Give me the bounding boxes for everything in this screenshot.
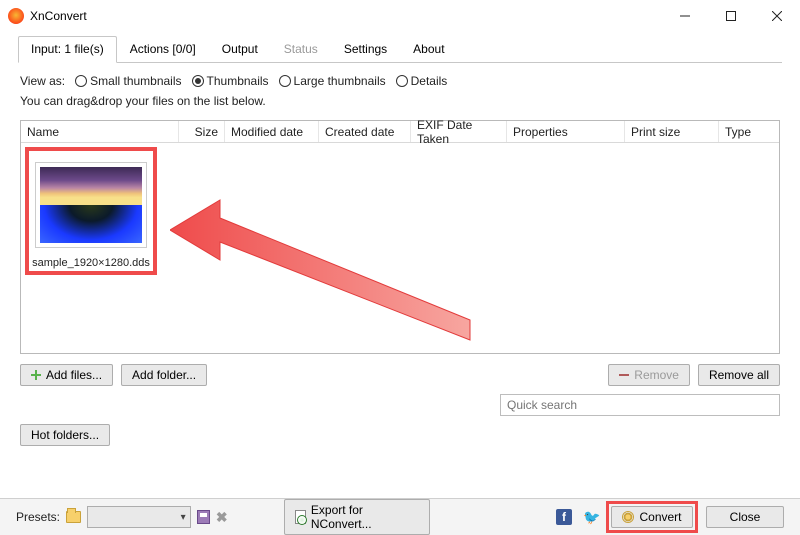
convert-button[interactable]: Convert bbox=[611, 506, 693, 528]
tab-output[interactable]: Output bbox=[209, 36, 271, 63]
maximize-button[interactable] bbox=[708, 0, 754, 31]
gear-icon bbox=[622, 511, 634, 523]
view-as-row: View as: Small thumbnails Thumbnails Lar… bbox=[20, 74, 780, 88]
quick-search-input[interactable] bbox=[500, 394, 780, 416]
col-type[interactable]: Type bbox=[719, 121, 779, 142]
presets-label: Presets: bbox=[16, 510, 60, 524]
tabstrip: Input: 1 file(s) Actions [0/0] Output St… bbox=[18, 35, 782, 63]
col-created[interactable]: Created date bbox=[319, 121, 411, 142]
hot-folders-button[interactable]: Hot folders... bbox=[20, 424, 110, 446]
col-name[interactable]: Name bbox=[21, 121, 179, 142]
titlebar: XnConvert bbox=[0, 0, 800, 31]
save-preset-icon[interactable] bbox=[197, 510, 210, 524]
app-icon bbox=[8, 8, 24, 24]
col-exif[interactable]: EXIF Date Taken bbox=[411, 121, 507, 142]
close-button[interactable]: Close bbox=[706, 506, 784, 528]
open-preset-icon[interactable] bbox=[66, 511, 81, 523]
tab-actions[interactable]: Actions [0/0] bbox=[117, 36, 209, 63]
export-nconvert-button[interactable]: Export for NConvert... bbox=[284, 499, 430, 535]
file-thumbnail-item[interactable]: sample_1920×1280.dds bbox=[29, 151, 153, 269]
column-headers: Name Size Modified date Created date EXI… bbox=[21, 121, 779, 143]
col-properties[interactable]: Properties bbox=[507, 121, 625, 142]
filelist[interactable]: Name Size Modified date Created date EXI… bbox=[20, 120, 780, 354]
radio-large-thumbs[interactable]: Large thumbnails bbox=[279, 74, 386, 88]
view-as-label: View as: bbox=[20, 74, 65, 88]
minimize-button[interactable] bbox=[662, 0, 708, 31]
tab-settings[interactable]: Settings bbox=[331, 36, 400, 63]
radio-details[interactable]: Details bbox=[396, 74, 448, 88]
close-window-button[interactable] bbox=[754, 0, 800, 31]
delete-preset-icon: ✖ bbox=[216, 509, 228, 526]
filelist-buttons: Add files... Add folder... Remove Remove… bbox=[20, 364, 780, 386]
add-files-button[interactable]: Add files... bbox=[20, 364, 113, 386]
app-title: XnConvert bbox=[30, 9, 87, 23]
chevron-down-icon: ▾ bbox=[181, 512, 186, 523]
twitter-icon[interactable]: 🐦 bbox=[584, 509, 600, 525]
tab-content-input: View as: Small thumbnails Thumbnails Lar… bbox=[18, 63, 782, 446]
radio-thumbnails[interactable]: Thumbnails bbox=[192, 74, 269, 88]
preset-bar: Presets: ▾ ✖ Export for NConvert... f 🐦 … bbox=[0, 498, 800, 535]
facebook-icon[interactable]: f bbox=[556, 509, 572, 525]
plus-icon bbox=[31, 370, 41, 380]
dragdrop-hint: You can drag&drop your files on the list… bbox=[20, 94, 780, 108]
radio-small-thumbs[interactable]: Small thumbnails bbox=[75, 74, 181, 88]
thumbnail-area[interactable]: sample_1920×1280.dds bbox=[21, 143, 779, 353]
remove-button: Remove bbox=[608, 364, 690, 386]
minus-icon bbox=[619, 374, 629, 376]
annotation-highlight-convert: Convert bbox=[606, 501, 698, 533]
col-size[interactable]: Size bbox=[179, 121, 225, 142]
col-printsize[interactable]: Print size bbox=[625, 121, 719, 142]
tab-input[interactable]: Input: 1 file(s) bbox=[18, 36, 117, 63]
tab-about[interactable]: About bbox=[400, 36, 457, 63]
preset-dropdown[interactable]: ▾ bbox=[87, 506, 191, 528]
add-folder-button[interactable]: Add folder... bbox=[121, 364, 207, 386]
document-icon bbox=[295, 510, 306, 524]
remove-all-button[interactable]: Remove all bbox=[698, 364, 780, 386]
window-controls bbox=[662, 0, 800, 31]
thumbnail-filename: sample_1920×1280.dds bbox=[29, 257, 153, 269]
social-links: f 🐦 bbox=[556, 509, 600, 525]
col-modified[interactable]: Modified date bbox=[225, 121, 319, 142]
tab-status: Status bbox=[271, 36, 331, 63]
thumbnail-image bbox=[36, 163, 146, 247]
